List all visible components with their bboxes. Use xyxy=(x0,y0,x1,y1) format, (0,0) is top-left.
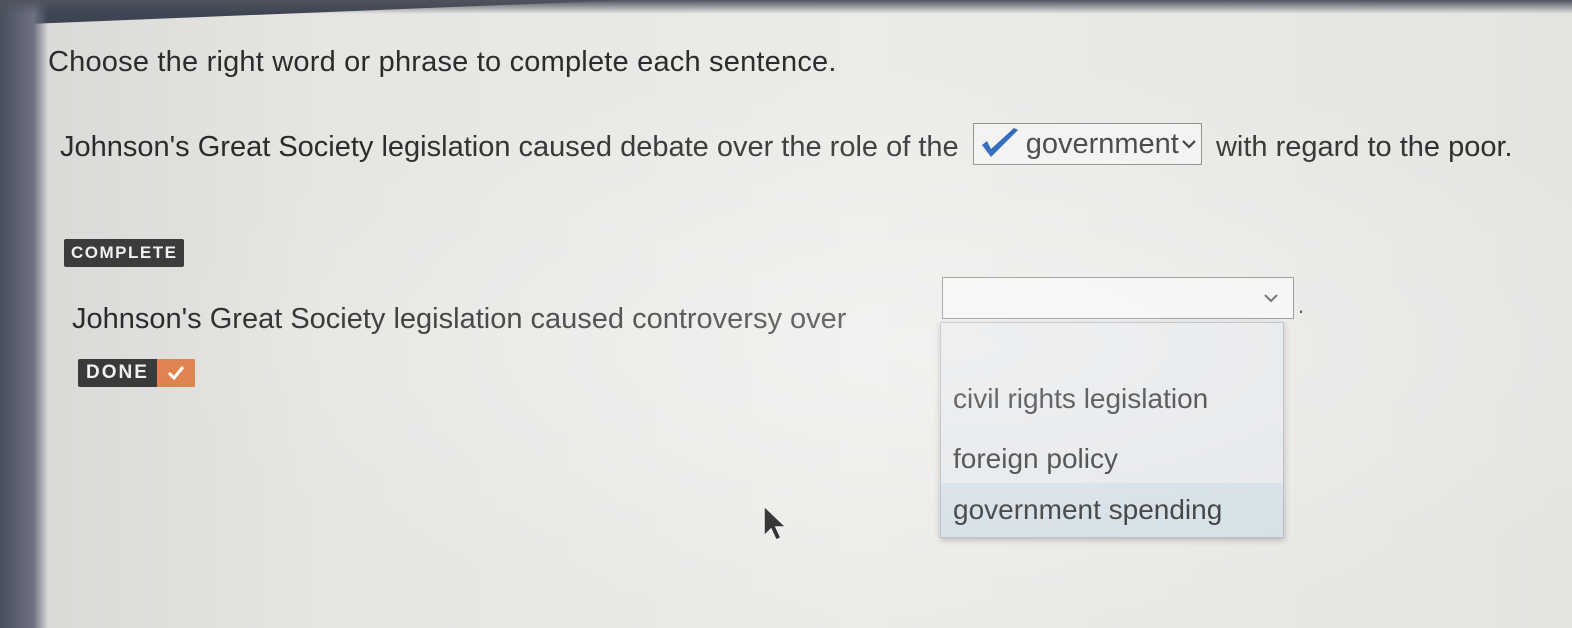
checkmark-icon xyxy=(167,366,185,381)
chevron-down-icon xyxy=(1182,140,1196,149)
question-2-answer-dropdown[interactable] xyxy=(942,277,1294,319)
done-label: DONE xyxy=(86,362,149,383)
done-check-box xyxy=(156,359,195,387)
done-button[interactable]: DONE xyxy=(78,359,195,387)
dropdown-menu: civil rights legislation foreign policy … xyxy=(940,322,1284,538)
chevron-down-icon xyxy=(1264,294,1278,303)
dropdown-option[interactable]: civil rights legislation xyxy=(941,383,1283,415)
question-1-text-before: Johnson's Great Society legislation caus… xyxy=(60,131,959,163)
mouse-cursor-icon xyxy=(763,504,788,541)
instruction-text: Choose the right word or phrase to compl… xyxy=(48,46,837,78)
monitor-bezel-top xyxy=(0,0,1572,14)
question-2-text-before: Johnson's Great Society legislation caus… xyxy=(72,303,847,335)
dropdown-option-highlighted[interactable]: government spending xyxy=(941,483,1283,537)
question-1-answer-dropdown[interactable]: government xyxy=(972,123,1202,166)
complete-badge: COMPLETE xyxy=(64,239,185,267)
monitor-bezel-left xyxy=(0,0,48,628)
checkmark-icon xyxy=(981,128,1018,158)
question-2-text-after: . xyxy=(1298,293,1305,318)
question-1: Johnson's Great Society legislation caus… xyxy=(60,118,1560,176)
question-1-selected-value: government xyxy=(1025,128,1179,161)
question-1-text-after: with regard to the poor. xyxy=(1215,131,1513,163)
dropdown-option[interactable]: foreign policy xyxy=(941,443,1283,475)
